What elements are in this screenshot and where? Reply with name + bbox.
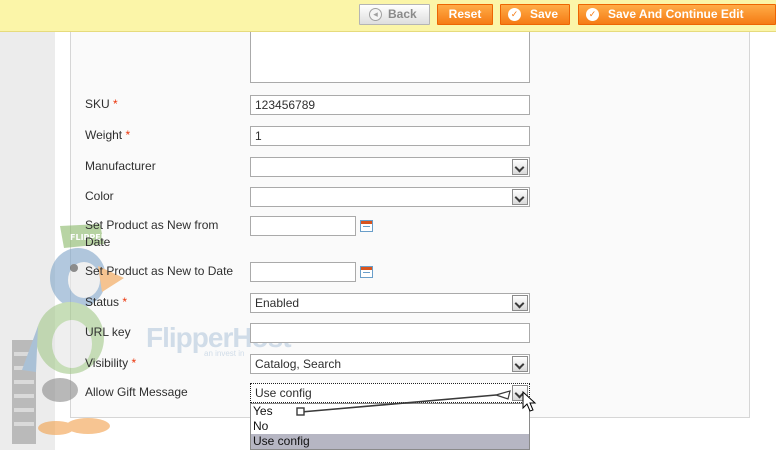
chevron-down-icon[interactable] [512,189,528,205]
description-textarea[interactable] [250,32,530,83]
weight-label: Weight * [85,126,130,144]
reset-button-label: Reset [448,7,482,21]
gift-message-select-value: Use config [255,386,312,400]
url-key-label: URL key [85,325,131,339]
color-label: Color [85,189,114,203]
check-circle-icon: ✓ [586,8,599,21]
status-select-value: Enabled [255,296,300,310]
manufacturer-label: Manufacturer [85,159,156,173]
back-button[interactable]: ◂ Back [359,4,430,25]
color-select[interactable] [250,187,530,207]
visibility-select[interactable]: Catalog, Search [250,354,530,374]
status-label: Status * [85,293,127,311]
new-to-date-label: Set Product as New to Date [85,264,234,278]
required-marker: * [113,97,118,111]
chevron-down-icon[interactable] [512,356,528,372]
save-button[interactable]: ✓ Save [500,4,570,25]
sku-label-text: SKU [85,97,110,111]
url-key-input[interactable] [250,323,530,343]
status-select[interactable]: Enabled [250,293,530,313]
option-yes[interactable]: Yes [251,404,529,419]
save-and-continue-label: Save And Continue Edit [608,7,744,21]
weight-input[interactable]: 1 [250,126,530,146]
visibility-label-text: Visibility [85,356,129,370]
visibility-select-value: Catalog, Search [255,357,342,371]
required-marker: * [122,295,128,309]
chevron-down-icon[interactable] [512,295,528,311]
brand-watermark-subtext: an invest in [204,349,245,358]
check-circle-icon: ✓ [508,8,521,21]
required-marker: * [131,356,137,370]
back-arrow-icon: ◂ [369,8,382,21]
manufacturer-select[interactable] [250,157,530,177]
save-button-label: Save [530,7,559,21]
sku-label: SKU * [85,95,118,113]
new-from-date-label: Set Product as New from Date [85,218,219,249]
visibility-label: Visibility * [85,354,136,372]
chevron-down-icon[interactable] [512,159,528,175]
new-from-date-input[interactable] [250,216,356,236]
required-marker: * [125,128,131,142]
new-to-date-input[interactable] [250,262,356,282]
calendar-icon[interactable] [360,220,373,232]
option-no[interactable]: No [251,419,529,434]
chevron-down-icon[interactable] [512,385,528,401]
option-use-config[interactable]: Use config [251,434,529,449]
action-toolbar: ◂ Back Reset ✓ Save ✓ Save And Continue … [0,0,776,32]
save-and-continue-button[interactable]: ✓ Save And Continue Edit [578,4,776,25]
gift-message-options-list: Yes No Use config [250,403,530,450]
reset-button[interactable]: Reset [437,4,493,25]
gift-message-label: Allow Gift Message [85,385,188,399]
back-button-label: Back [388,7,417,21]
gift-message-select[interactable]: Use config [250,383,530,403]
weight-label-text: Weight [85,128,123,142]
status-label-text: Status [85,295,120,309]
sku-input[interactable]: 123456789 [250,95,530,115]
calendar-icon[interactable] [360,266,373,278]
